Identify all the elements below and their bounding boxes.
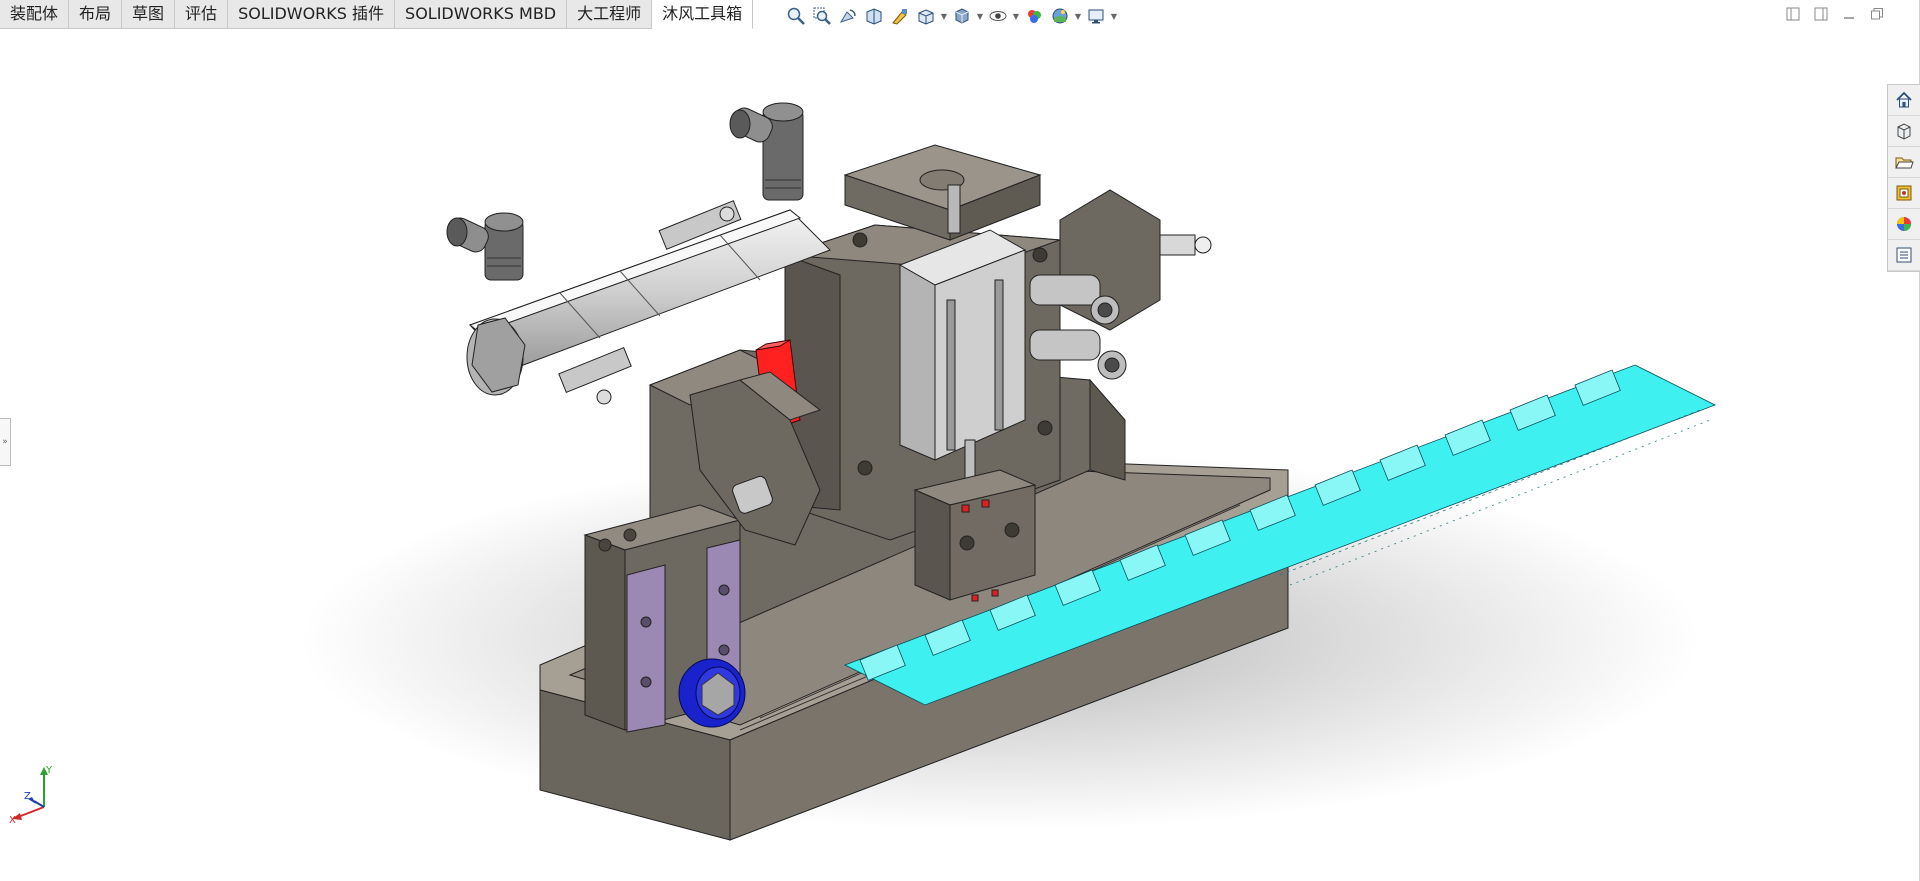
view-palette-icon[interactable] — [1888, 178, 1920, 209]
parts-library-icon[interactable] — [1888, 116, 1920, 147]
right-fittings — [1029, 189, 1212, 380]
triad-z-label: Z — [24, 791, 31, 802]
view-settings-icon[interactable] — [1084, 5, 1108, 27]
minimize-icon[interactable] — [1840, 6, 1858, 22]
tab-assembly[interactable]: 装配体 — [0, 0, 70, 28]
appearances-icon[interactable] — [1888, 209, 1920, 240]
command-manager-tabs: 装配体 布局 草图 评估 SOLIDWORKS 插件 SOLIDWORKS MB… — [0, 0, 754, 29]
tab-solidworks-addins[interactable]: SOLIDWORKS 插件 — [228, 0, 396, 28]
elbow-fitting-left — [446, 212, 524, 281]
file-explorer-icon[interactable] — [1888, 147, 1920, 178]
reference-triad: Y Z X — [9, 765, 53, 825]
tab-big-engineer[interactable]: 大工程师 — [567, 0, 653, 28]
adjust-nut — [678, 658, 746, 728]
tile-left-icon[interactable] — [1784, 6, 1802, 22]
task-pane-tabs — [1887, 84, 1920, 272]
edit-appearance-icon[interactable] — [1022, 5, 1046, 27]
hide-show-icon[interactable] — [986, 5, 1010, 27]
tab-evaluate[interactable]: 评估 — [175, 0, 229, 28]
tab-sketch[interactable]: 草图 — [122, 0, 176, 28]
dynamic-annotation-icon[interactable] — [888, 5, 912, 27]
display-style-icon[interactable] — [950, 5, 974, 27]
view-orientation-icon[interactable] — [914, 5, 938, 27]
home-icon[interactable] — [1888, 85, 1920, 116]
section-view-icon[interactable] — [862, 5, 886, 27]
restore-icon[interactable] — [1868, 6, 1886, 22]
graphics-area[interactable] — [0, 29, 1880, 881]
heads-up-view-toolbar: ▼ ▼ ▼ ▼ ▼ — [784, 4, 1118, 28]
tab-layout[interactable]: 布局 — [69, 0, 123, 28]
triad-x-label: X — [9, 815, 16, 825]
apply-scene-icon[interactable] — [1048, 5, 1072, 27]
tile-right-icon[interactable] — [1812, 6, 1830, 22]
window-controls — [1784, 6, 1886, 22]
view-settings-dropdown-icon[interactable]: ▼ — [1110, 5, 1118, 27]
previous-view-icon[interactable] — [836, 5, 860, 27]
tab-solidworks-mbd[interactable]: SOLIDWORKS MBD — [395, 0, 568, 28]
tab-mufeng-toolbox[interactable]: 沐风工具箱 — [652, 0, 754, 29]
elbow-fitting-right — [729, 102, 804, 201]
apply-scene-dropdown-icon[interactable]: ▼ — [1074, 5, 1082, 27]
zoom-to-area-icon[interactable] — [810, 5, 834, 27]
zoom-to-fit-icon[interactable] — [784, 5, 808, 27]
display-style-dropdown-icon[interactable]: ▼ — [976, 5, 984, 27]
view-orientation-dropdown-icon[interactable]: ▼ — [940, 5, 948, 27]
custom-properties-icon[interactable] — [1888, 240, 1920, 271]
triad-y-label: Y — [45, 765, 53, 776]
hide-show-dropdown-icon[interactable]: ▼ — [1012, 5, 1020, 27]
